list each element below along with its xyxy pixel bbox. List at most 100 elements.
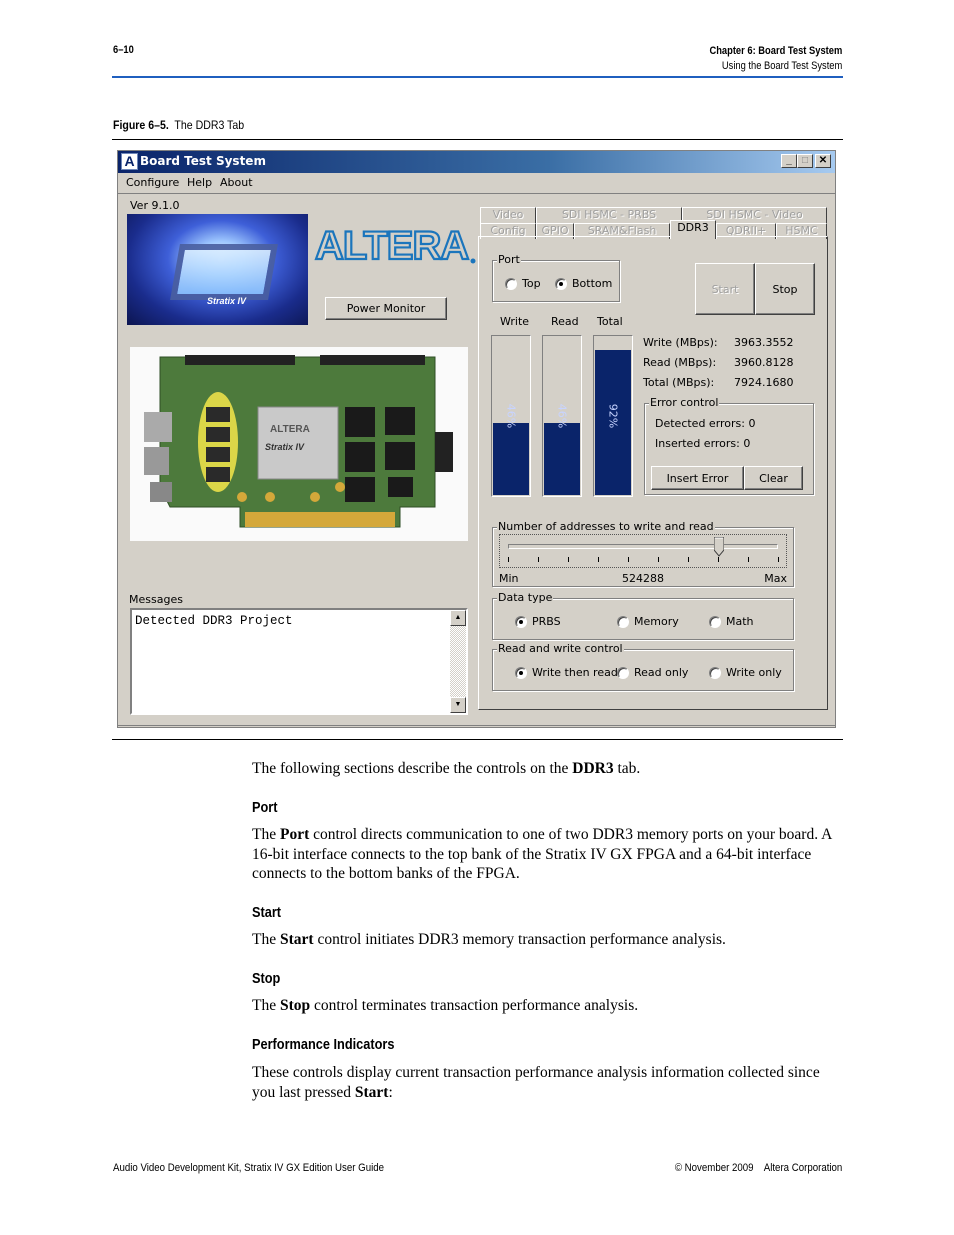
radio-button-icon [505, 277, 517, 290]
slider-tick [748, 557, 749, 562]
write-then-read-radio[interactable]: Write then read [515, 666, 618, 679]
maximize-button[interactable]: □ [797, 154, 813, 168]
slider-track [508, 544, 778, 549]
write-percent-label: 46% [504, 403, 518, 429]
figure-caption: Figure 6–5. The DDR3 Tab [113, 118, 244, 132]
tab-video[interactable]: Video [480, 207, 536, 223]
slider-tick [718, 557, 719, 562]
data-type-prbs-radio[interactable]: PRBS [515, 615, 561, 628]
slider-value: 524288 [622, 572, 664, 585]
altera-logo: ALTERA [313, 221, 478, 269]
running-header: Chapter 6: Board Test System Using the B… [686, 44, 842, 74]
read-mbps-value: 3960.8128 [734, 356, 794, 369]
page-number: 6–10 [113, 44, 134, 56]
messages-textarea[interactable]: Detected DDR3 Project ▲ ▼ [130, 608, 468, 715]
total-mbps-label: Total (MBps): [643, 376, 715, 389]
radio-button-icon [709, 666, 721, 679]
addresses-slider[interactable] [499, 534, 787, 568]
port-top-radio[interactable]: Top [505, 277, 541, 290]
write-progress-bar: 46% [491, 335, 531, 497]
paragraph-stop: The Stop control terminates transaction … [252, 996, 844, 1016]
read-only-radio[interactable]: Read only [617, 666, 688, 679]
footer-left: Audio Video Development Kit, Stratix IV … [113, 1162, 384, 1174]
port-bottom-label: Bottom [572, 277, 613, 290]
figure-top-rule [112, 139, 843, 140]
text: control terminates transaction performan… [310, 997, 639, 1014]
insert-error-button[interactable]: Insert Error [651, 466, 744, 490]
port-group: Port Top Bottom [492, 253, 620, 302]
inserted-errors: Inserted errors: 0 [655, 437, 751, 450]
math-label: Math [726, 615, 754, 628]
tab-sdi-hsmc-prbs[interactable]: SDI HSMC - PRBS [536, 207, 682, 223]
intro-paragraph: The following sections describe the cont… [252, 759, 844, 779]
version-label: Ver 9.1.0 [130, 199, 180, 212]
write-mbps-value: 3963.3552 [734, 336, 794, 349]
paragraph-port: The Port control directs communication t… [252, 825, 844, 884]
slider-tick [568, 557, 569, 562]
figure-title: The DDR3 Tab [174, 118, 245, 132]
total-progress-bar: 92% [593, 335, 633, 497]
addresses-label: Number of addresses to write and read [497, 520, 715, 533]
total-bar-label: Total [597, 315, 623, 328]
write-only-label: Write only [726, 666, 782, 679]
chip-die [170, 244, 278, 300]
window-bottom-edge [118, 725, 835, 726]
menu-help[interactable]: Help [187, 176, 212, 189]
intro-bold: DDR3 [572, 760, 614, 777]
prbs-label: PRBS [532, 615, 561, 628]
heading-performance-indicators: Performance Indicators [252, 1036, 395, 1053]
text: control initiates DDR3 memory transactio… [313, 931, 726, 948]
text: The [252, 826, 280, 843]
slider-tick [778, 557, 779, 562]
scroll-up-button[interactable]: ▲ [450, 610, 466, 626]
heading-stop: Stop [252, 970, 281, 987]
port-top-label: Top [522, 277, 541, 290]
write-only-radio[interactable]: Write only [709, 666, 782, 679]
memory-label: Memory [634, 615, 679, 628]
heading-port: Port [252, 799, 278, 816]
bold-term: Port [279, 826, 310, 843]
radio-button-selected-icon [515, 615, 527, 628]
radio-button-selected-icon [515, 666, 527, 679]
data-type-memory-radio[interactable]: Memory [617, 615, 679, 628]
stop-button[interactable]: Stop [755, 263, 815, 315]
messages-scrollbar[interactable]: ▲ ▼ [450, 610, 466, 713]
scroll-down-button[interactable]: ▼ [450, 697, 466, 713]
slider-tick [658, 557, 659, 562]
detected-errors: Detected errors: 0 [655, 417, 756, 430]
paragraph-performance-indicators: These controls display current transacti… [252, 1063, 844, 1102]
slider-tick [688, 557, 689, 562]
registered-mark-icon [470, 258, 476, 264]
data-type-math-radio[interactable]: Math [709, 615, 754, 628]
port-bottom-radio[interactable]: Bottom [555, 277, 612, 290]
write-progress-fill [493, 423, 529, 495]
menu-configure[interactable]: Configure [126, 176, 179, 189]
paragraph-start: The Start control initiates DDR3 memory … [252, 930, 844, 950]
slider-tick [598, 557, 599, 562]
intro-text-end: tab. [613, 760, 641, 777]
addresses-group: Number of addresses to write and read Mi… [492, 520, 794, 587]
slider-thumb[interactable] [713, 536, 725, 557]
write-bar-label: Write [500, 315, 530, 328]
minimize-button[interactable]: _ [781, 154, 797, 168]
footer-right: © November 2009 Altera Corporation [674, 1162, 842, 1174]
slider-tick [628, 557, 629, 562]
read-percent-label: 46% [555, 403, 569, 429]
clear-button[interactable]: Clear [744, 466, 803, 490]
read-mbps-label: Read (MBps): [643, 356, 717, 369]
start-button[interactable]: Start [695, 263, 755, 315]
slider-tick [508, 557, 509, 562]
tab-ddr3[interactable]: DDR3 [670, 220, 716, 239]
rw-control-label: Read and write control [497, 642, 624, 655]
data-type-group: Data type PRBS Memory Math [492, 591, 794, 640]
svg-text:Stratix IV: Stratix IV [265, 442, 305, 452]
close-button[interactable]: ✕ [815, 154, 831, 168]
total-percent-label: 92% [606, 403, 620, 429]
port-group-label: Port [497, 253, 521, 266]
read-only-label: Read only [634, 666, 689, 679]
power-monitor-button[interactable]: Power Monitor [325, 297, 447, 320]
text: control directs communication to one of … [252, 826, 832, 882]
menu-about[interactable]: About [220, 176, 253, 189]
bold-term: Start [279, 931, 314, 948]
write-then-read-label: Write then read [532, 666, 618, 679]
